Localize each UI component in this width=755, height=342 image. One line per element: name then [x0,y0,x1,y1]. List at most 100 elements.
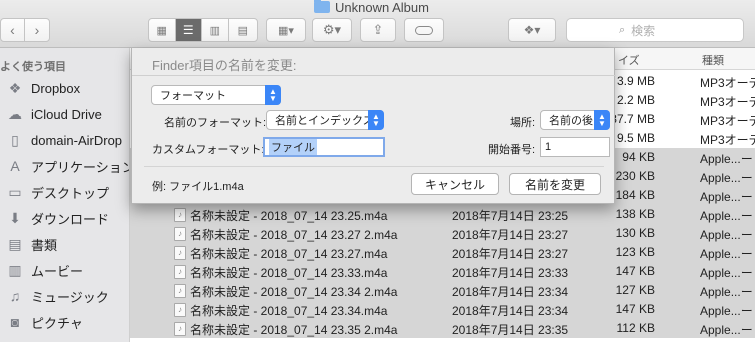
file-kind-cell: Apple...ー [700,190,753,204]
date-modified-cell: 2018年7月14日 23:35 [452,323,569,337]
file-size-cell: 37.7 MB [610,112,655,126]
file-size-cell: 147 KB [615,264,655,278]
sidebar-item-applications[interactable]: A アプリケーション [6,154,129,178]
table-row[interactable]: ♪ 名称未設定 - 2018_07_14 23.33.m4a 2018年7月14日 … [130,262,755,281]
date-modified-cell: 2018年7月14日 23:34 [452,304,569,318]
sidebar-item-pictures[interactable]: ◙ ピクチャ [6,310,83,334]
table-row[interactable]: ♪ 名称未設定 - 2018_07_14 23.35 2.m4a 2018年7月14… [130,319,755,338]
column-view-button[interactable]: ▥ [202,19,229,41]
file-size-cell: 94 KB [622,150,655,164]
file-size-cell: 127 KB [615,283,655,297]
rename-mode-popup[interactable]: フォーマット ▲ ▼ [151,85,281,105]
location-popup[interactable]: 名前の後 ▲ ▼ [540,110,610,130]
sidebar-item-label: 書類 [31,237,58,253]
share-icon: ⇪ [372,22,384,37]
file-size-cell: 230 KB [615,169,655,183]
start-number-value: 1 [545,141,552,153]
audio-file-icon: ♪ [174,245,186,260]
sidebar-item-icloud[interactable]: ☁ iCloud Drive [6,102,102,126]
cancel-button[interactable]: キャンセル [411,173,499,195]
columns-icon: ▥ [209,24,220,37]
table-row[interactable]: ♪ 名称未設定 - 2018_07_14 23.25.m4a 2018年7月14日 … [130,205,755,224]
movie-icon: ▥ [8,261,22,278]
search-icon: ⌕ [619,23,626,36]
size-column-header[interactable]: イズ [618,52,640,68]
location-label: 場所: [510,117,536,129]
sidebar-item-label: ダウンロード [31,211,110,227]
rename-dialog: Finder項目の名前を変更: フォーマット ▲ ▼ 名前のフォーマット: 名前と… [131,48,616,204]
grid-icon: ▦ [156,24,167,37]
custom-format-field[interactable]: ファイル [263,137,385,157]
file-kind-cell: Apple...ー [700,228,753,242]
sidebar-item-downloads[interactable]: ⬇ ダウンロード [6,206,109,230]
arrange-icon: ▦▾ [278,24,294,37]
tag-icon [415,25,433,35]
file-size-cell: 123 KB [615,245,655,259]
coverflow-icon: ▤ [237,24,248,37]
dialog-divider-bottom [144,166,604,167]
audio-file-icon: ♪ [174,302,186,317]
view-switcher: ▦ ☰ ▥ ▤ [148,18,258,42]
date-modified-cell: 2018年7月14日 23:27 [452,247,569,261]
date-modified-cell: 2018年7月14日 23:25 [452,209,569,223]
table-row[interactable]: ♪ 名称未設定 - 2018_07_14 23.27 2.m4a 2018年7月14… [130,224,755,243]
file-size-cell: 138 KB [615,207,655,221]
kind-column-header[interactable]: 種類 [702,52,724,68]
music-icon: ♫ [9,288,21,304]
dropbox-toolbar-button[interactable]: ❖▾ [508,18,556,42]
date-modified-cell: 2018年7月14日 23:33 [452,266,569,280]
popup-arrows-icon: ▲ ▼ [594,110,610,130]
audio-file-icon: ♪ [174,264,186,279]
table-row[interactable]: ♪ 名称未設定 - 2018_07_14 23.34 2.m4a 2018年7月14… [130,281,755,300]
file-name-cell: 名称未設定 - 2018_07_14 23.25.m4a [190,209,388,223]
coverflow-view-button[interactable]: ▤ [229,19,257,41]
file-size-cell: 112 KB [616,321,655,335]
back-button[interactable]: ‹ [1,19,26,41]
date-modified-cell: 2018年7月14日 23:27 [452,228,569,242]
list-icon: ☰ [182,23,194,37]
location-value: 名前の後 [549,115,593,127]
share-button[interactable]: ⇪ [360,18,396,42]
name-format-popup[interactable]: 名前とインデックス ▲ ▼ [266,110,384,130]
sidebar-favorites-header: よく使う項目 [0,61,66,73]
file-size-cell: 9.5 MB [616,131,655,145]
file-size-cell: 184 KB [615,188,655,202]
audio-file-icon: ♪ [174,321,186,336]
gear-icon: ⚙▾ [322,22,342,37]
rename-button[interactable]: 名前を変更 [509,173,601,195]
file-size-cell: 147 KB [615,302,655,316]
custom-format-label: カスタムフォーマット: [152,144,265,156]
dialog-divider [132,75,616,76]
sidebar-item-desktop[interactable]: ▭ デスクトップ [6,180,109,204]
audio-file-icon: ♪ [174,207,186,222]
arrange-button[interactable]: ▦▾ [266,18,306,42]
sidebar-item-dropbox[interactable]: ❖ Dropbox [6,76,80,100]
file-name-cell: 名称未設定 - 2018_07_14 23.34.m4a [190,304,388,318]
sidebar-item-documents[interactable]: ▤ 書類 [6,232,57,256]
file-name-cell: 名称未設定 - 2018_07_14 23.35 2.m4a [190,323,398,337]
file-kind-cell: Apple...ー [700,266,753,280]
file-kind-cell: MP3オーデ [700,95,755,109]
search-field[interactable]: ⌕ 検索 [566,18,744,42]
tags-button[interactable] [404,18,444,42]
list-view-button[interactable]: ☰ [175,19,203,41]
file-kind-cell: MP3オーデ [700,76,755,90]
dialog-title: Finder項目の名前を変更: [152,58,297,73]
chevron-right-icon: › [34,22,40,38]
start-number-field[interactable]: 1 [540,137,610,157]
custom-format-value: ファイル [269,139,317,155]
folder-icon [314,0,330,13]
sidebar-item-airdrop[interactable]: ▯ domain-AirDrop [6,128,122,152]
window-title-text: Unknown Album [335,0,429,15]
file-kind-cell: Apple...ー [700,209,753,223]
sidebar-item-movies[interactable]: ▥ ムービー [6,258,83,282]
file-size-cell: 3.9 MB [616,74,655,88]
file-kind-cell: Apple...ー [700,323,753,337]
action-button[interactable]: ⚙▾ [312,18,352,42]
icon-view-button[interactable]: ▦ [149,19,176,41]
table-row[interactable]: ♪ 名称未設定 - 2018_07_14 23.34.m4a 2018年7月14日 … [130,300,755,319]
cloud-icon: ☁ [8,105,22,122]
sidebar-item-music[interactable]: ♫ ミュージック [6,284,109,308]
table-row[interactable]: ♪ 名称未設定 - 2018_07_14 23.27.m4a 2018年7月14日 … [130,243,755,262]
forward-button[interactable]: › [25,19,49,41]
